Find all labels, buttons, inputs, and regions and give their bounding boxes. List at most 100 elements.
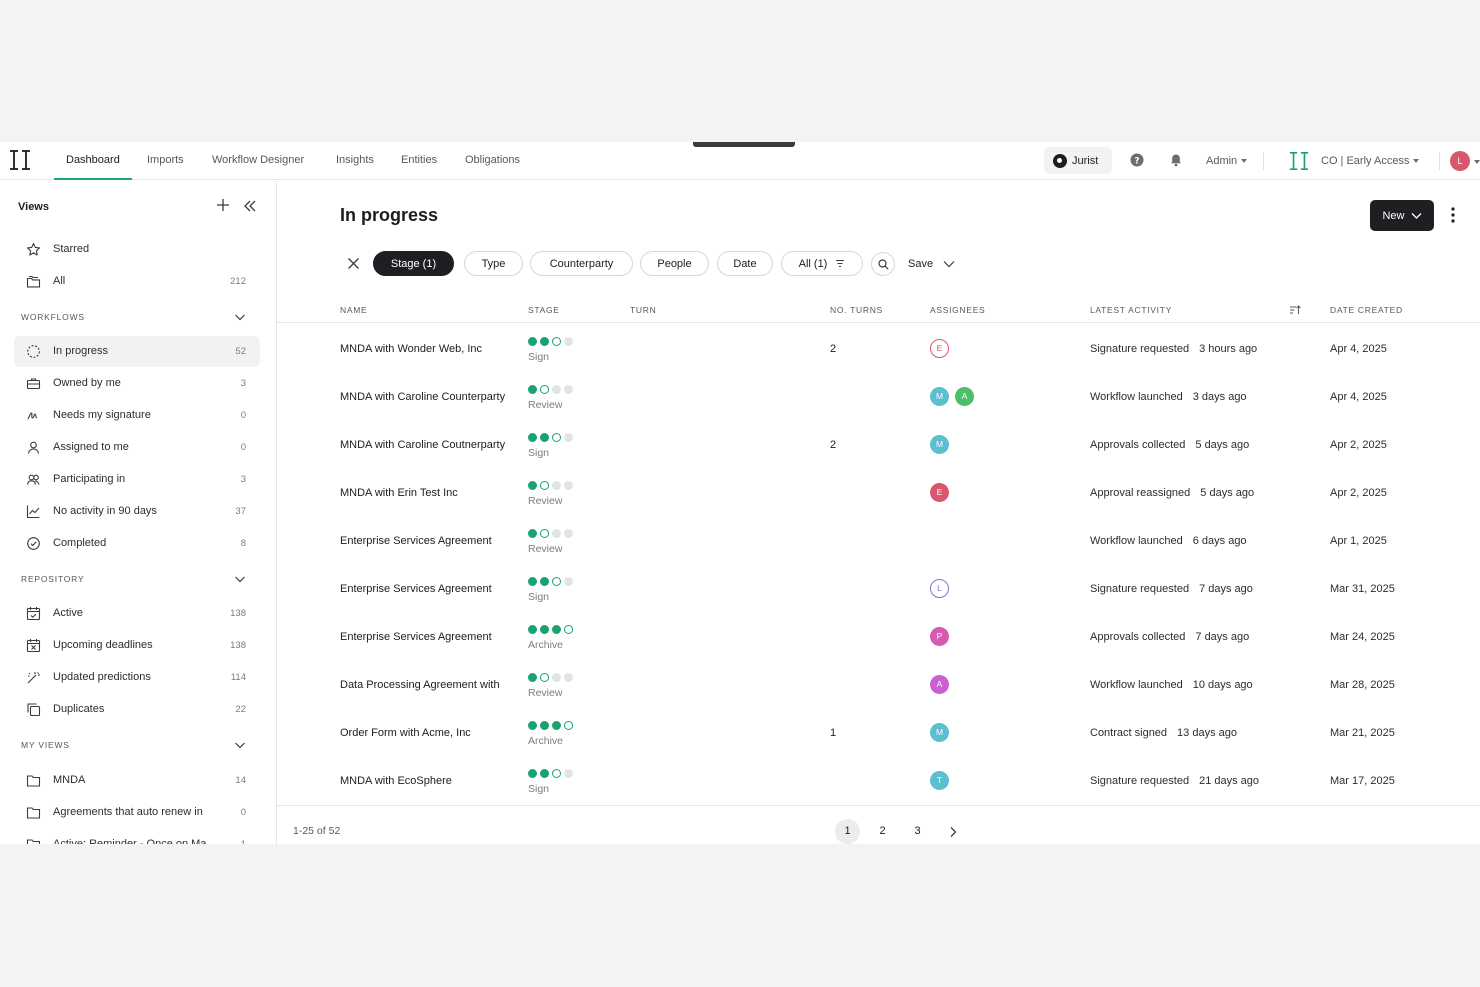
row-name[interactable]: Order Form with Acme, Inc <box>340 727 505 739</box>
folder-stack-icon <box>26 275 41 288</box>
notification-bell-icon[interactable] <box>1169 153 1183 167</box>
chevron-down-icon[interactable] <box>1474 160 1480 164</box>
sidebar-item-mnda[interactable]: MNDA 14 <box>14 765 260 796</box>
more-options-icon[interactable] <box>1447 206 1459 224</box>
row-name[interactable]: Data Processing Agreement with <box>340 679 505 691</box>
sidebar-item-upcoming-deadlines[interactable]: Upcoming deadlines 138 <box>14 630 260 661</box>
add-view-icon[interactable] <box>216 198 230 212</box>
latest-activity: Approvals collected 7 days ago <box>1090 631 1249 643</box>
assignee-avatar[interactable]: A <box>955 387 974 406</box>
help-icon[interactable]: ? <box>1130 153 1144 167</box>
table-row[interactable]: Data Processing Agreement with Review A Wor… <box>277 660 1480 708</box>
sidebar-item-active[interactable]: Active 138 <box>14 598 260 629</box>
row-name[interactable]: MNDA with Erin Test Inc <box>340 487 505 499</box>
table-row[interactable]: Enterprise Services Agreement Review Workf… <box>277 516 1480 564</box>
clear-filters-icon[interactable] <box>347 257 360 270</box>
row-name[interactable]: Enterprise Services Agreement <box>340 583 505 595</box>
assignee-avatar[interactable]: A <box>930 675 949 694</box>
filter-people-chip[interactable]: People <box>640 251 709 276</box>
table-row[interactable]: MNDA with Caroline Counterparty Review M A W… <box>277 372 1480 420</box>
tab-entities[interactable]: Entities <box>401 142 437 180</box>
sidebar-item-active-reminder-once-on-ma[interactable]: Active: Reminder - Once on Ma 1 <box>14 829 260 844</box>
page-2-button[interactable]: 2 <box>870 819 895 844</box>
assignee-avatar[interactable]: E <box>930 339 949 358</box>
sidebar-item-assigned-to-me[interactable]: Assigned to me 0 <box>14 432 260 463</box>
assignee-avatar[interactable]: M <box>930 435 949 454</box>
row-name[interactable]: MNDA with Caroline Counterparty <box>340 391 505 403</box>
table-row[interactable]: MNDA with Caroline Coutnerparty Sign 2 M App… <box>277 420 1480 468</box>
page-1-button[interactable]: 1 <box>835 819 860 844</box>
latest-activity: Workflow launched 3 days ago <box>1090 391 1247 403</box>
filter-all-chip[interactable]: All (1) <box>781 251 863 276</box>
chevron-down-icon[interactable] <box>234 739 246 751</box>
jurist-button[interactable]: Jurist <box>1044 147 1112 174</box>
sidebar-item-completed[interactable]: Completed 8 <box>14 528 260 559</box>
user-avatar[interactable]: L <box>1450 151 1470 171</box>
filter-type-chip[interactable]: Type <box>464 251 523 276</box>
app-logo-icon[interactable] <box>9 149 31 171</box>
assignee-avatar[interactable]: P <box>930 627 949 646</box>
row-name[interactable]: Enterprise Services Agreement <box>340 631 505 643</box>
assignee-avatar[interactable]: M <box>930 387 949 406</box>
sidebar-item-owned-by-me[interactable]: Owned by me 3 <box>14 368 260 399</box>
new-button[interactable]: New <box>1370 200 1434 231</box>
tab-workflow-designer[interactable]: Workflow Designer <box>212 142 304 180</box>
admin-menu[interactable]: Admin <box>1206 142 1248 180</box>
row-name[interactable]: MNDA with Caroline Coutnerparty <box>340 439 505 451</box>
table-row[interactable]: MNDA with Erin Test Inc Review E Approval r… <box>277 468 1480 516</box>
sidebar-item-label: Active: Reminder - Once on Ma <box>53 838 207 844</box>
sidebar-item-starred[interactable]: Starred <box>14 234 260 265</box>
column-header-no-turns[interactable]: NO. TURNS <box>830 305 883 315</box>
assignee-avatar[interactable]: M <box>930 723 949 742</box>
assignee-avatar[interactable]: E <box>930 483 949 502</box>
assignee-avatar[interactable]: L <box>930 579 949 598</box>
sidebar-item-count: 14 <box>235 775 246 786</box>
sidebar-item-in-progress[interactable]: In progress 52 <box>14 336 260 367</box>
activity-label: Approval reassigned <box>1090 487 1191 499</box>
sidebar-item-needs-my-signature[interactable]: Needs my signature 0 <box>14 400 260 431</box>
column-header-latest-activity[interactable]: LATEST ACTIVITY <box>1090 305 1172 315</box>
magic-wand-icon <box>27 672 40 684</box>
assignees: M <box>930 435 949 454</box>
sidebar-item-no-activity-in-90-days[interactable]: No activity in 90 days 37 <box>14 496 260 527</box>
tab-imports[interactable]: Imports <box>147 142 184 180</box>
table-row[interactable]: MNDA with Wonder Web, Inc Sign 2 E Signature… <box>277 324 1480 372</box>
chevron-down-icon[interactable] <box>234 311 246 323</box>
filter-stage-chip[interactable]: Stage (1) <box>373 251 454 276</box>
column-header-name[interactable]: NAME <box>340 305 367 315</box>
sidebar-item-updated-predictions[interactable]: Updated predictions 114 <box>14 662 260 693</box>
save-view-button[interactable]: Save <box>908 258 933 270</box>
stage-step-current <box>540 673 549 682</box>
chevron-down-icon[interactable] <box>234 573 246 585</box>
column-header-date-created[interactable]: DATE CREATED <box>1330 305 1403 315</box>
org-switcher[interactable]: CO | Early Access <box>1321 142 1420 180</box>
sidebar-item-all[interactable]: All 212 <box>14 266 260 297</box>
chevron-right-icon[interactable] <box>947 826 959 838</box>
filter-counterparty-chip[interactable]: Counterparty <box>530 251 633 276</box>
window-drag-handle[interactable] <box>693 142 795 147</box>
page-3-button[interactable]: 3 <box>905 819 930 844</box>
tab-insights[interactable]: Insights <box>336 142 374 180</box>
row-name[interactable]: Enterprise Services Agreement <box>340 535 505 547</box>
table-row[interactable]: Enterprise Services Agreement Sign L Signat… <box>277 564 1480 612</box>
tab-dashboard[interactable]: Dashboard <box>54 142 132 180</box>
assignee-avatar[interactable]: T <box>930 771 949 790</box>
column-header-stage[interactable]: STAGE <box>528 305 560 315</box>
table-row[interactable]: Enterprise Services Agreement Archive P App… <box>277 612 1480 660</box>
stage-indicator: Review <box>528 385 573 411</box>
column-header-turn[interactable]: TURN <box>630 305 656 315</box>
collapse-sidebar-icon[interactable] <box>243 199 257 213</box>
sort-icon[interactable] <box>1289 304 1301 316</box>
filter-date-chip[interactable]: Date <box>717 251 773 276</box>
table-row[interactable]: MNDA with EcoSphere Sign T Signature reques… <box>277 756 1480 804</box>
tab-obligations[interactable]: Obligations <box>465 142 520 180</box>
sidebar-item-participating-in[interactable]: Participating in 3 <box>14 464 260 495</box>
chevron-down-icon[interactable] <box>943 259 955 269</box>
sidebar-item-agreements-that-auto-renew-in[interactable]: Agreements that auto renew in 0 <box>14 797 260 828</box>
sidebar-item-duplicates[interactable]: Duplicates 22 <box>14 694 260 725</box>
column-header-assignees[interactable]: ASSIGNEES <box>930 305 985 315</box>
search-button[interactable] <box>871 252 895 276</box>
row-name[interactable]: MNDA with Wonder Web, Inc <box>340 343 505 355</box>
row-name[interactable]: MNDA with EcoSphere <box>340 775 505 787</box>
table-row[interactable]: Order Form with Acme, Inc Archive 1 M Contra… <box>277 708 1480 756</box>
